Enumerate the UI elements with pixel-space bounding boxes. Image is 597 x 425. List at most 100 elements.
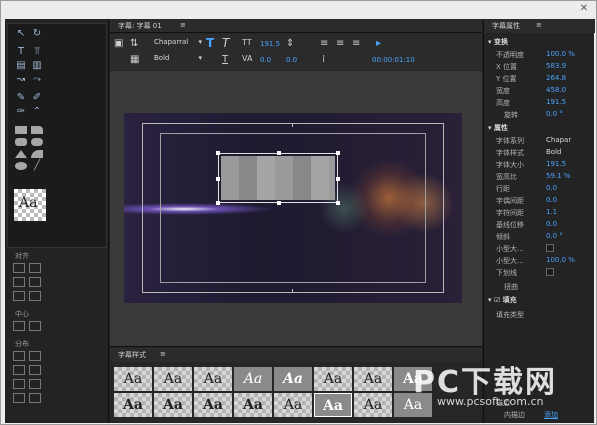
resize-handle[interactable] xyxy=(336,201,340,205)
distribute-vcenter-icon[interactable] xyxy=(29,365,41,375)
style-swatch[interactable]: Aa xyxy=(234,393,272,417)
prop-value[interactable]: 0.0 ° xyxy=(546,232,563,240)
prop-value[interactable]: 0.0 ° xyxy=(546,110,563,118)
bold-icon[interactable]: T xyxy=(206,36,214,50)
tab-stops-icon[interactable]: ⁞ xyxy=(322,54,325,65)
background-video-icon[interactable]: ▦ xyxy=(130,54,139,65)
underline-icon[interactable]: T xyxy=(222,54,228,65)
prop-value[interactable]: 0.0 xyxy=(546,220,557,228)
style-swatch[interactable]: Aa xyxy=(274,393,312,417)
fill-section[interactable]: ▾ ☑ 填充 xyxy=(488,295,517,305)
roll-crawl-icon[interactable]: ⇅ xyxy=(130,38,138,49)
prop-value[interactable]: 583.9 xyxy=(546,62,566,70)
timecode[interactable]: 00:00:01:10 xyxy=(372,56,415,64)
resize-handle[interactable] xyxy=(216,177,220,181)
font-family-dropdown[interactable]: Chaparral ▾ xyxy=(154,38,202,48)
rounded-rectangle-tool-icon[interactable] xyxy=(15,138,27,146)
prop-value[interactable]: 0.0 xyxy=(546,184,557,192)
distribute-v-even-icon[interactable] xyxy=(29,393,41,403)
selection-tool-icon[interactable]: ↖ xyxy=(14,28,28,40)
align-right-text-icon[interactable]: ≡ xyxy=(352,38,360,49)
distribute-right-icon[interactable] xyxy=(13,379,25,389)
style-swatch[interactable]: Aa xyxy=(314,367,352,391)
pen-tool-icon[interactable]: ✎ xyxy=(14,92,28,104)
distribute-left-icon[interactable] xyxy=(13,351,25,361)
area-type-tool-icon[interactable]: ▤ xyxy=(14,60,28,72)
type-tool-icon[interactable]: T xyxy=(14,46,28,58)
style-swatch[interactable]: Aa xyxy=(154,367,192,391)
italic-icon[interactable]: T xyxy=(222,36,229,50)
small-caps-checkbox[interactable] xyxy=(546,244,554,252)
style-swatch[interactable]: Aa xyxy=(314,393,352,417)
align-center-text-icon[interactable]: ≡ xyxy=(336,38,344,49)
vertical-type-tool-icon[interactable]: ⫪ xyxy=(30,46,44,58)
prop-value[interactable]: 59.1 % xyxy=(546,172,570,180)
show-background-video-icon[interactable]: ▸ xyxy=(376,38,381,49)
resize-handle[interactable] xyxy=(336,151,340,155)
new-title-icon[interactable]: ▣ xyxy=(114,38,123,49)
prop-value[interactable]: 191.5 xyxy=(546,98,566,106)
title-text-box[interactable] xyxy=(216,151,340,205)
prop-value[interactable]: 100.0 % xyxy=(546,256,575,264)
align-vertical-center-icon[interactable] xyxy=(29,263,41,273)
prop-value[interactable]: 1.1 xyxy=(546,208,557,216)
add-anchor-tool-icon[interactable]: ✐ xyxy=(30,92,44,104)
style-swatch[interactable]: Aa xyxy=(114,367,152,391)
vertical-area-type-tool-icon[interactable]: ▥ xyxy=(30,60,44,72)
font-style-dropdown[interactable]: Bold ▾ xyxy=(154,54,202,64)
center-vertical-icon[interactable] xyxy=(29,321,41,331)
prop-dropdown[interactable]: Chapar xyxy=(546,136,571,144)
resize-handle[interactable] xyxy=(336,177,340,181)
prop-value[interactable]: 0.0 xyxy=(546,196,557,204)
prop-value[interactable]: 458.0 xyxy=(546,86,566,94)
styles-tab[interactable]: 字幕样式 xyxy=(118,350,146,360)
align-top-icon[interactable] xyxy=(29,277,41,287)
style-swatch[interactable]: Aa xyxy=(194,367,232,391)
style-swatch[interactable]: Aa xyxy=(354,367,392,391)
vertical-path-type-tool-icon[interactable]: ⤳ xyxy=(30,74,44,86)
properties-section[interactable]: ▾ 属性 xyxy=(488,123,508,133)
font-size-value[interactable]: 191.5 xyxy=(260,40,280,48)
convert-anchor-tool-icon[interactable]: ⌃ xyxy=(30,106,44,118)
align-left-text-icon[interactable]: ≡ xyxy=(320,38,328,49)
arc-tool-icon[interactable] xyxy=(31,150,43,158)
clipped-rectangle-tool-icon[interactable] xyxy=(31,126,43,134)
kerning-value[interactable]: 0.0 xyxy=(260,56,271,64)
prop-value[interactable]: 264.8 xyxy=(546,74,566,82)
align-horizontal-center-icon[interactable] xyxy=(13,291,25,301)
style-swatch[interactable]: Aa xyxy=(354,393,392,417)
delete-anchor-tool-icon[interactable]: ✑ xyxy=(14,106,28,118)
line-tool-icon[interactable]: ╱ xyxy=(30,160,44,172)
distribute-hcenter-icon[interactable] xyxy=(13,365,25,375)
resize-handle[interactable] xyxy=(216,151,220,155)
distribute-bottom-icon[interactable] xyxy=(29,379,41,389)
prop-dropdown[interactable]: Bold xyxy=(546,148,561,156)
style-swatch[interactable]: Aa xyxy=(114,393,152,417)
distort-row[interactable]: 扭曲 xyxy=(484,281,595,292)
wedge-tool-icon[interactable] xyxy=(15,150,27,158)
prop-value[interactable]: 100.0 % xyxy=(546,50,575,58)
panel-menu-icon[interactable]: ≡ xyxy=(180,21,186,29)
align-bottom-icon[interactable] xyxy=(29,291,41,301)
ellipse-tool-icon[interactable] xyxy=(15,162,27,170)
transform-section[interactable]: ▾ 变换 xyxy=(488,37,508,47)
style-swatch[interactable]: Aa xyxy=(234,367,272,391)
underline-checkbox[interactable] xyxy=(546,268,554,276)
panel-menu-icon[interactable]: ≡ xyxy=(536,21,542,29)
center-horizontal-icon[interactable] xyxy=(13,321,25,331)
panel-menu-icon[interactable]: ≡ xyxy=(160,350,166,358)
title-tab[interactable]: 字幕: 字幕 01 xyxy=(118,21,162,31)
rotate-tool-icon[interactable]: ↻ xyxy=(30,28,44,40)
prop-value[interactable]: 191.5 xyxy=(546,160,566,168)
rounded-corner-tool-icon[interactable] xyxy=(31,138,43,146)
distribute-top-icon[interactable] xyxy=(29,351,41,361)
path-type-tool-icon[interactable]: ↝ xyxy=(14,74,28,86)
distribute-h-even-icon[interactable] xyxy=(13,393,25,403)
resize-handle[interactable] xyxy=(277,201,281,205)
leading-value[interactable]: 0.0 xyxy=(286,56,297,64)
style-swatch[interactable]: Aa xyxy=(194,393,232,417)
style-swatch[interactable]: Aa xyxy=(154,393,192,417)
resize-handle[interactable] xyxy=(277,151,281,155)
style-swatch[interactable]: Aa xyxy=(274,367,312,391)
align-left-icon[interactable] xyxy=(13,263,25,273)
